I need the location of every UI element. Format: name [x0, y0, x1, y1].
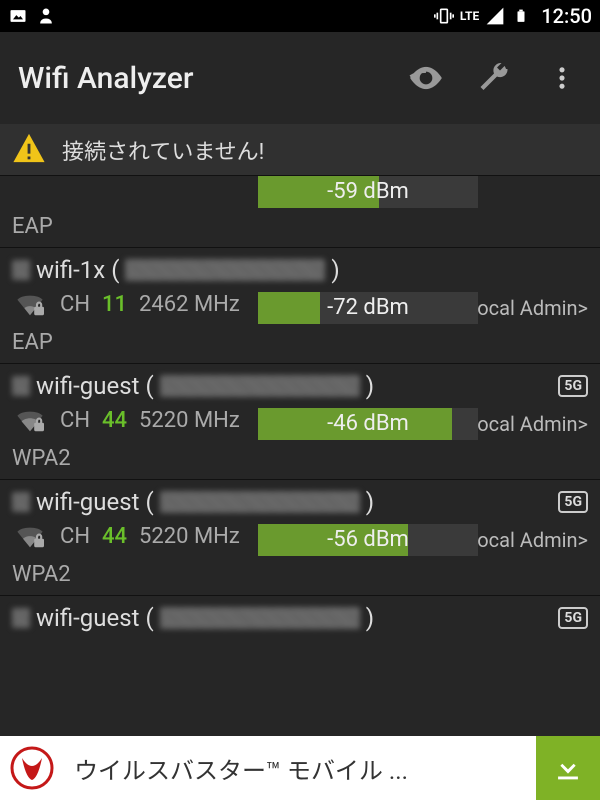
wifi-lock-icon [12, 290, 48, 318]
hidden-mac [160, 375, 360, 397]
warning-bar: 接続されていません! [0, 124, 600, 176]
security-label: EAP [12, 214, 588, 239]
vibrate-icon [434, 6, 454, 26]
frequency: 2462 MHz [139, 292, 240, 317]
hidden-mac [160, 607, 360, 629]
hidden-prefix [12, 260, 30, 280]
wrench-button[interactable] [474, 58, 514, 98]
ssid-name: wifi-guest [36, 488, 139, 516]
ssid-name: wifi-1x [36, 256, 105, 284]
network-item[interactable]: wifi-guest () 5G [0, 596, 600, 644]
frequency: 5220 MHz [139, 524, 240, 549]
warning-text: 接続されていません! [62, 134, 264, 166]
signal-dbm: -72 dBm [258, 292, 478, 324]
security-label: WPA2 [12, 446, 588, 471]
frequency: 5220 MHz [139, 408, 240, 433]
channel-number: 11 [102, 292, 127, 317]
security-label: WPA2 [12, 562, 588, 587]
hidden-mac [125, 259, 325, 281]
lte-label: LTE [460, 9, 479, 23]
overflow-menu-button[interactable] [542, 58, 582, 98]
ad-text: ウイルスバスター™ モバイル ... [64, 751, 536, 786]
signal-dbm: -46 dBm [258, 408, 478, 440]
hidden-prefix [12, 608, 30, 628]
network-item[interactable]: wifi-guest () 5G <Local Admin> CH 44 522… [0, 364, 600, 480]
channel-number: 44 [102, 408, 127, 433]
security-label: EAP [12, 330, 588, 355]
status-bar: LTE 12:50 [0, 0, 600, 32]
band-badge: 5G [558, 491, 588, 513]
signal-bar: -59 dBm [258, 176, 478, 208]
network-item[interactable]: -59 dBm EAP [0, 176, 600, 248]
signal-dbm: -56 dBm [258, 524, 478, 556]
signal-dbm: -59 dBm [258, 176, 478, 208]
eye-button[interactable] [406, 58, 446, 98]
signal-bar: -56 dBm [258, 524, 478, 556]
app-bar: Wifi Analyzer [0, 32, 600, 124]
hidden-prefix [12, 376, 30, 396]
network-list[interactable]: -59 dBm EAP wifi-1x () <Local Admin> CH … [0, 176, 600, 736]
app-title: Wifi Analyzer [18, 61, 193, 96]
ch-label: CH [60, 408, 90, 433]
channel-number: 44 [102, 524, 127, 549]
image-icon [8, 6, 28, 26]
ssid-name: wifi-guest [36, 372, 139, 400]
ch-label: CH [60, 292, 90, 317]
ssid-name: wifi-guest [36, 604, 139, 632]
network-item[interactable]: wifi-1x () <Local Admin> CH 11 2462 MHz … [0, 248, 600, 364]
ad-banner[interactable]: ウイルスバスター™ モバイル ... [0, 736, 600, 800]
person-icon [36, 6, 56, 26]
hidden-prefix [12, 492, 30, 512]
ch-label: CH [60, 524, 90, 549]
band-badge: 5G [558, 375, 588, 397]
wifi-lock-icon [12, 406, 48, 434]
ad-app-icon [0, 736, 64, 800]
ad-download-button[interactable] [536, 736, 600, 800]
clock: 12:50 [541, 4, 592, 28]
network-item[interactable]: wifi-guest () 5G <Local Admin> CH 44 522… [0, 480, 600, 596]
band-badge: 5G [558, 607, 588, 629]
signal-icon [485, 6, 505, 26]
wifi-lock-icon [12, 522, 48, 550]
hidden-mac [160, 491, 360, 513]
battery-icon [511, 6, 531, 26]
signal-bar: -72 dBm [258, 292, 478, 324]
warning-icon [12, 131, 46, 169]
signal-bar: -46 dBm [258, 408, 478, 440]
